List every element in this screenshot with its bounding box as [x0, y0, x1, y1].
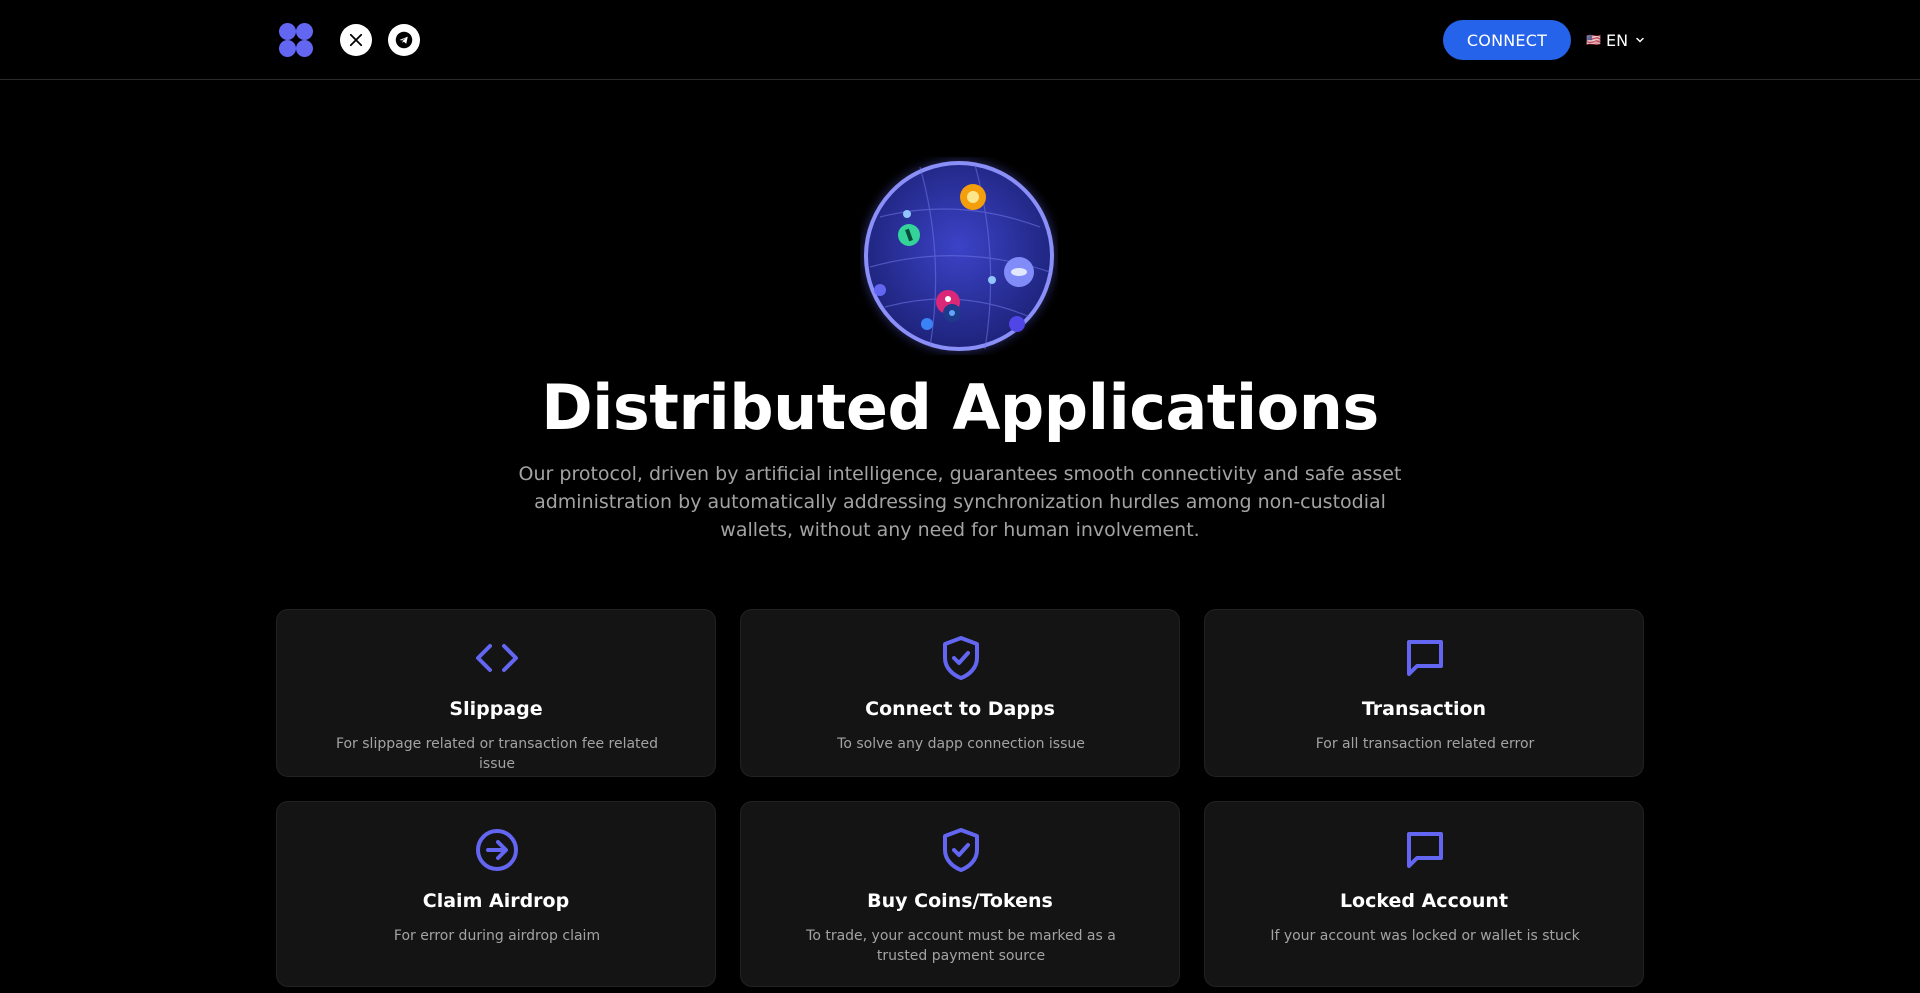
message-square-icon [1407, 832, 1443, 868]
site-header: CONNECT 🇺🇸 EN [0, 0, 1920, 80]
shield-check-icon [943, 636, 979, 680]
card-transaction[interactable]: Transaction For all transaction related … [1204, 609, 1644, 777]
card-claim-airdrop[interactable]: Claim Airdrop For error during airdrop c… [276, 801, 716, 987]
language-code: EN [1605, 30, 1629, 50]
card-buy-coins-tokens[interactable]: Buy Coins/Tokens To trade, your account … [740, 801, 1180, 987]
card-description: For slippage related or transaction fee … [335, 736, 659, 772]
card-title: Connect to Dapps [865, 698, 1055, 720]
chevron-down-icon [1636, 37, 1644, 43]
card-title: Transaction [1361, 698, 1487, 720]
card-description: For error during airdrop claim [393, 928, 601, 944]
card-description: To solve any dapp connection issue [837, 736, 1085, 752]
page-subtitle: Our protocol, driven by artificial intel… [518, 463, 1402, 541]
card-description: For all transaction related error [1315, 736, 1535, 752]
arrow-right-circle-icon [476, 829, 518, 871]
page-title: Distributed Applications [541, 371, 1379, 444]
card-title: Claim Airdrop [422, 890, 570, 912]
card-connect-to-dapps[interactable]: Connect to Dapps To solve any dapp conne… [740, 609, 1180, 777]
flag-icon: 🇺🇸 [1586, 33, 1601, 47]
card-locked-account[interactable]: Locked Account If your account was locke… [1204, 801, 1644, 987]
card-title: Buy Coins/Tokens [867, 890, 1053, 912]
globe-illustration [864, 161, 1054, 351]
card-slippage[interactable]: Slippage For slippage related or transac… [276, 609, 716, 777]
telegram-icon[interactable] [388, 24, 420, 56]
card-description: If your account was locked or wallet is … [1270, 928, 1580, 944]
connect-button[interactable]: CONNECT [1443, 20, 1571, 60]
x-twitter-icon[interactable] [340, 24, 372, 56]
card-title: Slippage [449, 698, 543, 720]
card-description: To trade, your account must be marked as… [806, 928, 1116, 964]
code-icon [476, 644, 518, 672]
language-selector[interactable]: 🇺🇸 EN [1586, 28, 1646, 52]
shield-check-icon [943, 828, 979, 872]
message-square-icon [1407, 640, 1443, 676]
card-title: Locked Account [1339, 890, 1509, 912]
logo-icon[interactable] [279, 23, 313, 57]
